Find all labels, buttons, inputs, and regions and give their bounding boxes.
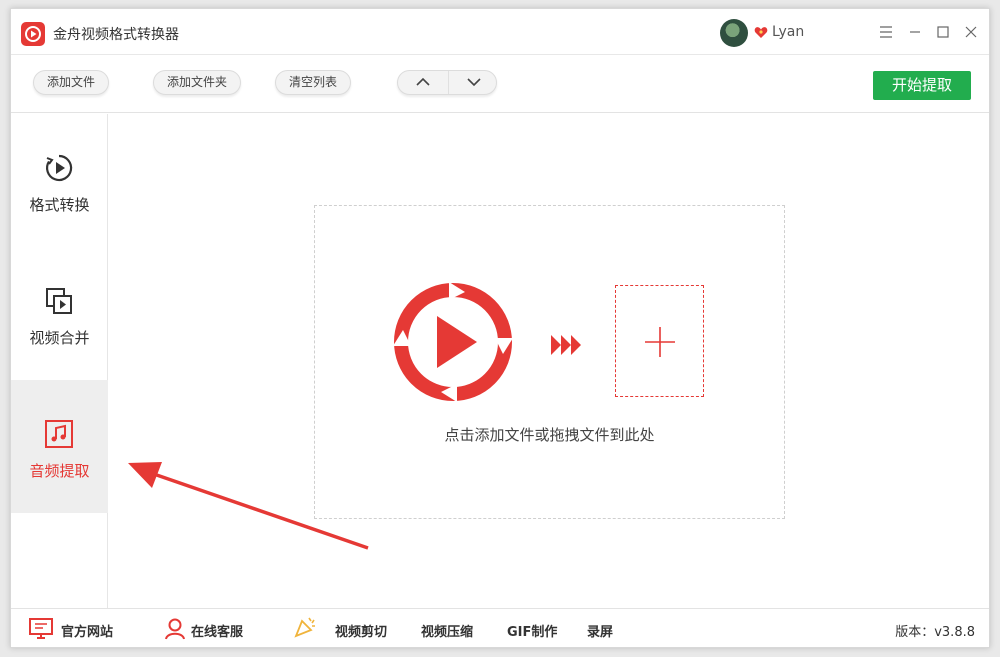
menu-button[interactable] (875, 21, 897, 43)
clear-list-button[interactable]: 清空列表 (275, 70, 352, 95)
video-compress-link[interactable]: 视频压缩 (421, 621, 473, 640)
drop-hint-text: 点击添加文件或拖拽文件到此处 (444, 426, 655, 444)
version-label: 版本：v3.8.8 (895, 625, 975, 640)
minimize-button[interactable] (904, 21, 926, 43)
sidebar-item-label: 视频合并 (29, 329, 90, 347)
add-folder-button[interactable]: 添加文件夹 (153, 70, 242, 95)
move-down-button[interactable] (448, 71, 498, 94)
official-website-link[interactable]: 官方网站 (61, 621, 113, 640)
close-icon (965, 26, 977, 38)
title-bar: 金舟视频格式转换器 Lyan (11, 9, 989, 55)
close-button[interactable] (960, 21, 982, 43)
start-extract-button[interactable]: 开始提取 (873, 71, 971, 100)
screen-record-link[interactable]: 录屏 (587, 621, 613, 640)
maximize-icon (937, 26, 949, 38)
monitor-icon (29, 618, 53, 639)
hamburger-menu-icon (880, 26, 892, 38)
app-window: 金舟视频格式转换器 Lyan 添加文件 添加文件夹 清空列表 开始提取 格式转换… (10, 8, 990, 648)
user-support-icon (165, 618, 185, 640)
triple-arrow-icon (551, 335, 581, 355)
minimize-icon (910, 31, 920, 33)
move-up-button[interactable] (398, 71, 448, 94)
chevron-down-icon (467, 78, 481, 87)
music-note-icon (45, 420, 73, 448)
merge-icon (46, 288, 72, 314)
maximize-button[interactable] (932, 21, 954, 43)
sidebar: 格式转换 视频合并 音频提取 (11, 114, 108, 608)
add-file-button[interactable]: 添加文件 (33, 70, 110, 95)
username[interactable]: Lyan (772, 24, 804, 40)
add-file-target[interactable] (615, 285, 704, 397)
sidebar-item-label: 音频提取 (29, 462, 90, 480)
sidebar-item-audio-extract[interactable]: 音频提取 (11, 380, 108, 513)
status-bar: 官方网站 在线客服 视频剪切 视频压缩 GIF制作 录屏 版本：v3.8.8 (11, 608, 989, 647)
video-play-logo-icon (393, 282, 513, 402)
app-title: 金舟视频格式转换器 (53, 27, 179, 43)
sidebar-item-format-convert[interactable]: 格式转换 (11, 114, 108, 247)
file-drop-zone[interactable]: 点击添加文件或拖拽文件到此处 (314, 205, 785, 519)
toolbar: 添加文件 添加文件夹 清空列表 开始提取 (11, 55, 989, 113)
gif-maker-link[interactable]: GIF制作 (507, 621, 557, 640)
plus-icon (645, 327, 675, 357)
vip-heart-icon (754, 27, 768, 38)
play-circle-icon (46, 154, 73, 182)
video-cut-link[interactable]: 视频剪切 (335, 621, 387, 640)
sidebar-item-label: 格式转换 (29, 196, 90, 214)
chevron-up-icon (416, 77, 430, 86)
party-cone-icon (294, 617, 315, 638)
move-up-down-group (397, 70, 497, 95)
user-avatar[interactable] (720, 19, 748, 47)
sidebar-item-video-merge[interactable]: 视频合并 (11, 247, 108, 380)
online-service-link[interactable]: 在线客服 (191, 621, 243, 640)
app-logo-icon (21, 22, 45, 46)
